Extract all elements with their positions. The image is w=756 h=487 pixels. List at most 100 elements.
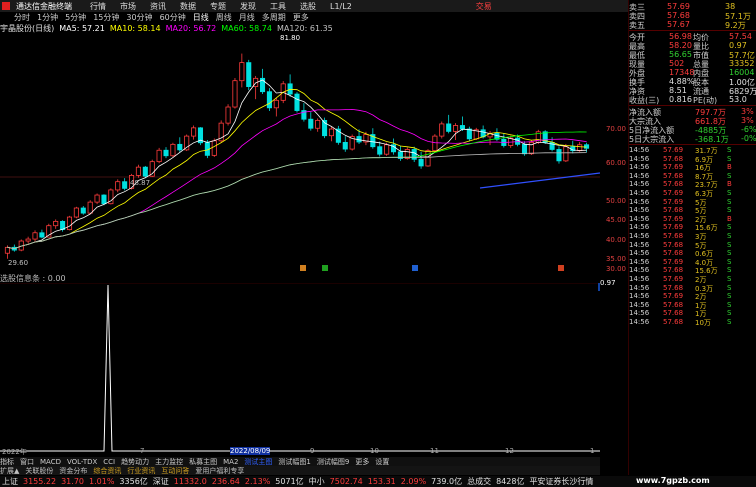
index-name[interactable]: 上证 <box>2 476 18 487</box>
candle-body[interactable] <box>328 128 335 137</box>
menu-item-stock-picker[interactable]: 选股 <box>300 1 316 12</box>
period-tab-5min[interactable]: 5分钟 <box>65 12 86 23</box>
tab-macd[interactable]: MACD <box>40 458 61 466</box>
candle-body[interactable] <box>425 150 431 167</box>
tab-vol[interactable]: VOL-TDX <box>67 458 97 466</box>
period-tab-daily[interactable]: 日线 <box>193 12 209 23</box>
trade-button[interactable]: 交易 <box>476 1 492 12</box>
candle-body[interactable] <box>135 166 141 176</box>
tick-price: 57.68 <box>663 300 684 309</box>
tab-related-stocks[interactable]: 关联股份 <box>25 466 53 476</box>
menu-item-tools[interactable]: 工具 <box>270 1 286 12</box>
period-tab-intraday[interactable]: 分时 <box>14 12 30 23</box>
event-marker-icon[interactable] <box>322 265 328 271</box>
tab-ma2[interactable]: MA2 <box>223 458 238 466</box>
tab-settings[interactable]: 设置 <box>375 457 389 467</box>
menu-item-news[interactable]: 资讯 <box>150 1 166 12</box>
candle-body[interactable] <box>87 201 93 214</box>
tab-test-main[interactable]: 测试主图 <box>244 457 272 467</box>
candle-body[interactable] <box>156 149 162 163</box>
candle-body[interactable] <box>308 118 314 129</box>
candle-body[interactable] <box>556 149 562 162</box>
candle-body[interactable] <box>584 144 590 149</box>
tab-test-sub1[interactable]: 测试幅图1 <box>278 457 310 467</box>
candle-body[interactable] <box>246 62 252 87</box>
tab-industry-news[interactable]: 行业资讯 <box>127 466 155 476</box>
ask-row[interactable]: 卖四 57.68 57.1万 <box>629 11 756 21</box>
candle-body[interactable] <box>177 143 183 151</box>
candle-body[interactable] <box>266 91 272 109</box>
candle-body[interactable] <box>342 141 348 150</box>
period-tab-15min[interactable]: 15分钟 <box>93 12 119 23</box>
candle-body[interactable] <box>32 232 38 240</box>
ask-row[interactable]: 卖三 57.69 38 <box>629 2 756 12</box>
candle-body[interactable] <box>446 123 452 132</box>
candle-body[interactable] <box>53 220 59 227</box>
candle-body[interactable] <box>225 106 231 124</box>
candle-body[interactable] <box>239 62 245 82</box>
candle-body[interactable] <box>4 246 10 254</box>
candle-body[interactable] <box>563 146 569 162</box>
index-name[interactable]: 深证 <box>153 476 169 487</box>
candle-body[interactable] <box>39 232 45 238</box>
candle-body[interactable] <box>273 99 279 109</box>
candle-body[interactable] <box>466 128 472 140</box>
tab-cci[interactable]: CCI <box>103 458 115 466</box>
candle-body[interactable] <box>377 146 383 155</box>
event-marker-icon[interactable] <box>412 265 418 271</box>
candle-body[interactable] <box>432 135 438 152</box>
menu-item-market[interactable]: 行情 <box>90 1 106 12</box>
menu-item-discover[interactable]: 发现 <box>240 1 256 12</box>
tab-test-sub9[interactable]: 测试幅图9 <box>317 457 349 467</box>
candlestick-chart[interactable]: 81.80 48.87 29.60 <box>0 33 600 273</box>
candle-body[interactable] <box>122 181 128 189</box>
candle-body[interactable] <box>439 123 445 137</box>
candle-body[interactable] <box>232 80 238 108</box>
candle-body[interactable] <box>411 149 417 160</box>
tab-qa[interactable]: 互动问答 <box>161 466 189 476</box>
expand-button[interactable]: 扩展▲ <box>0 466 19 476</box>
candle-body[interactable] <box>453 125 459 132</box>
candle-body[interactable] <box>384 144 390 155</box>
candle-body[interactable] <box>418 158 424 167</box>
event-marker-icon[interactable] <box>558 265 564 271</box>
candle-body[interactable] <box>521 143 528 155</box>
candle-body[interactable] <box>459 125 465 130</box>
status-text: 平安证券长沙行情 <box>529 477 594 486</box>
tab-news[interactable]: 综合资讯 <box>93 466 121 476</box>
candle-body[interactable] <box>80 207 86 214</box>
sub-indicator-chart[interactable] <box>0 283 600 473</box>
candle-body[interactable] <box>94 194 100 203</box>
candle-body[interactable] <box>294 93 300 111</box>
tab-fund-distribution[interactable]: 资金分布 <box>59 466 87 476</box>
period-tab-60min[interactable]: 60分钟 <box>160 12 186 23</box>
period-tab-weekly[interactable]: 周线 <box>216 12 232 23</box>
menu-item-exchange[interactable]: 市场 <box>120 1 136 12</box>
candle-body[interactable] <box>577 144 583 152</box>
candle-body[interactable] <box>101 194 107 205</box>
menu-item-data[interactable]: 数据 <box>180 1 196 12</box>
event-marker-icon[interactable] <box>300 265 306 271</box>
candle-body[interactable] <box>66 216 73 231</box>
period-tab-more[interactable]: 更多 <box>293 12 309 23</box>
candle-body[interactable] <box>25 238 31 242</box>
menu-item-topics[interactable]: 专题 <box>210 1 226 12</box>
tab-user-benefits[interactable]: 爱用户福利专享 <box>195 466 244 476</box>
menu-item-l1l2[interactable]: L1/L2 <box>330 2 352 11</box>
candle-body[interactable] <box>163 149 169 157</box>
period-tab-monthly[interactable]: 月线 <box>239 12 255 23</box>
index-name[interactable]: 中小 <box>309 476 325 487</box>
candle-body[interactable] <box>191 127 197 137</box>
period-tab-multi[interactable]: 多周期 <box>262 12 286 23</box>
candle-body[interactable] <box>170 143 176 157</box>
candle-body[interactable] <box>211 140 217 156</box>
period-tab-1min[interactable]: 1分钟 <box>37 12 58 23</box>
candle-body[interactable] <box>115 181 121 191</box>
candle-body[interactable] <box>73 207 79 218</box>
candle-body[interactable] <box>315 119 321 129</box>
tab-more[interactable]: 更多 <box>355 457 369 467</box>
divider <box>629 105 756 106</box>
candle-body[interactable] <box>142 166 148 177</box>
ask-row[interactable]: 卖五 57.67 9.2万 <box>629 20 756 30</box>
period-tab-30min[interactable]: 30分钟 <box>126 12 152 23</box>
